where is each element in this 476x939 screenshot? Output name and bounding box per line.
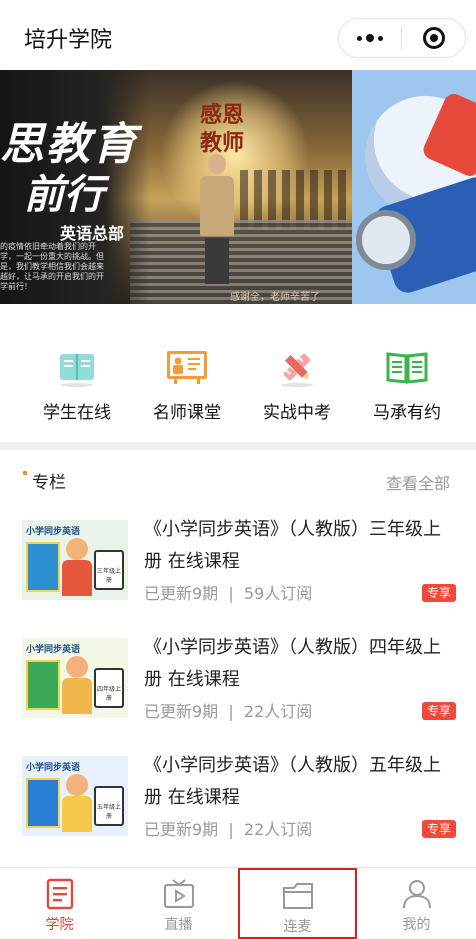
- course-subscribers: 59人订阅: [243, 584, 313, 603]
- banner-headline-2: 前行: [24, 172, 104, 218]
- meta-separator: |: [228, 820, 234, 839]
- exclusive-badge: 专享: [421, 702, 456, 720]
- banner-carousel[interactable]: 思教育 前行 英语总部 的疫情依旧牵动着我们的开学，一起一份重大的挑战。但是，我…: [0, 70, 476, 304]
- course-title: 《小学同步英语》（人教版）四年级上册 在线课程: [144, 637, 441, 690]
- column-section-header: 专栏 查看全部: [0, 450, 476, 506]
- course-item[interactable]: 小学同步英语 三年级上册 《小学同步英语》（人教版）三年级上册 在线课程 已更新…: [0, 506, 476, 624]
- course-meta: 已更新9期 | 59人订阅: [144, 580, 312, 604]
- banner-footer-text: 感谢全，老师辛苦了: [230, 292, 320, 303]
- course-updated: 已更新9期: [144, 702, 219, 721]
- tab-mine[interactable]: 我的: [357, 868, 476, 939]
- banner-small-text: 的疫情依旧牵动着我们的开学，一起一份重大的挑战。但是，我们教学相信我们会越来越好…: [0, 242, 104, 291]
- teacher-board-icon: [164, 348, 210, 388]
- teacher-figure: [200, 154, 234, 286]
- course-subscribers: 22人订阅: [243, 702, 313, 721]
- user-icon: [400, 878, 434, 910]
- section-divider: [0, 442, 476, 450]
- close-mini-program-button[interactable]: [402, 19, 465, 57]
- folder-icon: [281, 880, 315, 912]
- course-subscribers: 22人订阅: [243, 820, 313, 839]
- meta-separator: |: [228, 584, 234, 603]
- course-thumbnail: 小学同步英语 五年级上册: [22, 756, 128, 836]
- more-menu-button[interactable]: [339, 19, 401, 57]
- tab-label: 学院: [45, 917, 74, 933]
- course-thumbnail: 小学同步英语 三年级上册: [22, 520, 128, 600]
- banner-slide-teachers-day[interactable]: 思教育 前行 英语总部 的疫情依旧牵动着我们的开学，一起一份重大的挑战。但是，我…: [0, 70, 352, 304]
- banner-sub: 英语总部: [60, 224, 125, 243]
- pencil-ruler-icon: [274, 348, 320, 388]
- open-book-green-icon: [384, 348, 430, 388]
- course-updated: 已更新9期: [144, 820, 219, 839]
- section-title: 专栏: [32, 473, 66, 493]
- course-thumbnail: 小学同步英语 四年级上册: [22, 638, 128, 718]
- target-icon: [422, 27, 445, 49]
- quick-nav-label: 实战中考: [263, 403, 331, 423]
- mini-program-capsule: [338, 18, 466, 58]
- course-title: 《小学同步英语》（人教版）五年级上册 在线课程: [144, 755, 441, 808]
- view-all-link[interactable]: 查看全部: [386, 470, 450, 494]
- quick-nav-famous-teacher[interactable]: 名师课堂: [132, 304, 242, 442]
- quick-nav-label: 名师课堂: [153, 403, 221, 423]
- exclusive-badge: 专享: [421, 820, 456, 838]
- tab-academy[interactable]: 学院: [0, 868, 119, 939]
- tab-label: 我的: [402, 917, 431, 933]
- meta-separator: |: [228, 702, 234, 721]
- quick-nav-exam-practice[interactable]: 实战中考: [242, 304, 352, 442]
- banner-slide-airplane[interactable]: [352, 70, 476, 304]
- tab-label: 连麦: [283, 919, 312, 935]
- tab-mic-link[interactable]: 连麦: [238, 868, 357, 939]
- quick-nav-student-online[interactable]: 学生在线: [22, 304, 132, 442]
- book-open-icon: [54, 348, 100, 388]
- tab-live[interactable]: 直播: [119, 868, 238, 939]
- exclusive-badge: 专享: [421, 584, 456, 602]
- section-mark: [23, 471, 27, 475]
- quick-nav-label: 马承有约: [373, 403, 441, 423]
- bottom-tab-bar: 学院 直播 连麦 我的: [0, 867, 476, 939]
- course-item[interactable]: 小学同步英语 四年级上册 《小学同步英语》（人教版）四年级上册 在线课程 已更新…: [0, 624, 476, 742]
- page-title: 培升学院: [24, 28, 113, 53]
- banner-center-title: 感恩 教师: [200, 103, 245, 156]
- course-meta: 已更新9期 | 22人订阅: [144, 816, 312, 840]
- course-meta: 已更新9期 | 22人订阅: [144, 698, 312, 722]
- tv-icon: [162, 878, 196, 910]
- course-title: 《小学同步英语》（人教版）三年级上册 在线课程: [144, 519, 441, 572]
- quick-nav-macheng-appointment[interactable]: 马承有约: [352, 304, 462, 442]
- quick-nav: 学生在线 名师课堂 实战中考 马承有约: [0, 304, 476, 442]
- course-updated: 已更新9期: [144, 584, 219, 603]
- course-item[interactable]: 小学同步英语 五年级上册 《小学同步英语》（人教版）五年级上册 在线课程 已更新…: [0, 742, 476, 860]
- nav-header: 培升学院: [0, 0, 476, 70]
- document-icon: [43, 878, 77, 910]
- tab-label: 直播: [164, 917, 193, 933]
- quick-nav-label: 学生在线: [43, 403, 111, 423]
